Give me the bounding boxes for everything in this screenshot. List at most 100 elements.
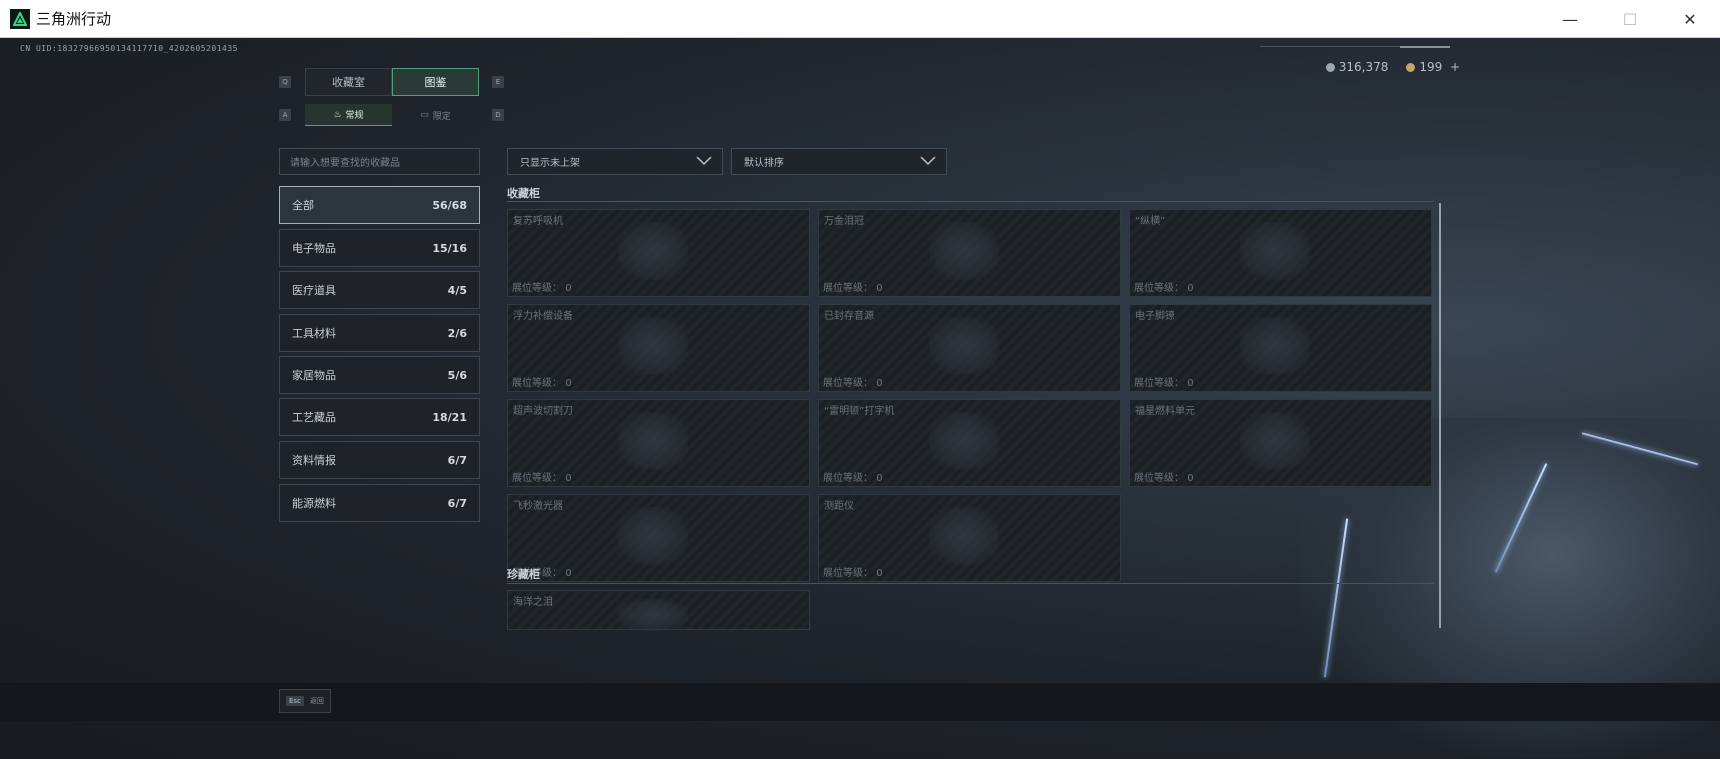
booth-level-value: 0 <box>876 378 883 389</box>
subtab-limited-label: 限定 <box>432 111 451 122</box>
category-energy[interactable]: 能源燃料 6/7 <box>279 484 480 522</box>
category-label: 医疗道具 <box>292 284 336 297</box>
item-name: 超声波切割刀 <box>513 406 573 417</box>
booth-level-value: 0 <box>876 568 883 579</box>
divider <box>1400 46 1450 48</box>
category-medical[interactable]: 医疗道具 4/5 <box>279 271 480 309</box>
flame-icon: ♨ <box>333 109 342 120</box>
ticket-icon: ▭ <box>420 110 429 120</box>
back-label: 返回 <box>309 697 324 705</box>
subtab-limited[interactable]: ▭ 限定 <box>392 104 479 126</box>
chevron-down-icon <box>696 156 712 166</box>
scrollbar[interactable] <box>1439 203 1441 628</box>
player-uid: CN UID:18327966950134117710_420260520143… <box>20 44 238 53</box>
booth-level-value: 0 <box>1187 378 1194 389</box>
booth-level-label: 展位等级： <box>823 568 873 579</box>
booth-level-value: 0 <box>1187 473 1194 484</box>
key-hint-a: A <box>279 109 291 121</box>
booth-level-value: 0 <box>565 473 572 484</box>
sort-dropdown-label: 默认排序 <box>744 158 784 169</box>
minimize-button[interactable]: — <box>1540 0 1600 38</box>
silver-amount: 316,378 <box>1338 60 1389 74</box>
silver-coin-icon <box>1325 63 1335 72</box>
filter-dropdown[interactable]: 只显示未上架 <box>507 148 723 175</box>
category-count: 5/6 <box>447 368 467 382</box>
category-tools[interactable]: 工具材料 2/6 <box>279 314 480 352</box>
item-name: 测距仪 <box>824 501 854 512</box>
item-thumbnail <box>929 317 999 375</box>
booth-level-label: 展位等级： <box>512 283 562 294</box>
category-count: 2/6 <box>447 326 467 340</box>
category-label: 全部 <box>292 199 314 212</box>
category-household[interactable]: 家居物品 5/6 <box>279 356 480 394</box>
game-viewport: CN UID:18327966950134117710_420260520143… <box>0 38 1720 759</box>
tab-collection-room[interactable]: 收藏室 <box>305 68 392 96</box>
collection-card[interactable]: “纵横” 展位等级： 0 <box>1129 209 1432 297</box>
item-thumbnail <box>929 412 999 470</box>
chevron-down-icon <box>920 156 936 166</box>
item-name: “纵横” <box>1135 216 1166 227</box>
item-thumbnail <box>1240 317 1310 375</box>
booth-level-label: 展位等级： <box>1134 378 1184 389</box>
collection-card[interactable]: 已封存音源 展位等级： 0 <box>818 304 1121 392</box>
booth-level: 展位等级： 0 <box>823 469 883 484</box>
collection-card[interactable]: 超声波切割刀 展位等级： 0 <box>507 399 810 487</box>
item-name: 福星燃料单元 <box>1135 406 1195 417</box>
gold-coin-icon <box>1406 63 1416 72</box>
category-intel[interactable]: 资料情报 6/7 <box>279 441 480 479</box>
item-thumbnail <box>618 507 688 565</box>
window-titlebar: 三角洲行动 — ☐ ✕ <box>0 0 1720 38</box>
app-logo-icon <box>10 8 30 29</box>
silver-currency: 316,378 <box>1325 60 1389 74</box>
section-title-cabinet: 收藏柜 <box>507 187 540 200</box>
booth-level-label: 展位等级： <box>512 378 562 389</box>
item-name: 万金泪冠 <box>824 216 864 227</box>
category-count: 18/21 <box>432 410 467 424</box>
item-name: 电子脚镣 <box>1135 311 1175 322</box>
booth-level-value: 0 <box>876 283 883 294</box>
key-hint-q: Q <box>279 76 291 88</box>
tab-codex[interactable]: 图鉴 <box>392 68 479 96</box>
key-hint-e: E <box>492 76 504 88</box>
window-title: 三角洲行动 <box>36 10 112 28</box>
category-count: 56/68 <box>432 198 467 212</box>
collection-card[interactable]: 浮力补偿设备 展位等级： 0 <box>507 304 810 392</box>
add-currency-button[interactable]: + <box>1450 60 1460 74</box>
collection-card[interactable]: 万金泪冠展位等级： 0 <box>818 209 1121 297</box>
key-hint-d: D <box>492 109 504 121</box>
category-crafts[interactable]: 工艺藏品 18/21 <box>279 398 480 436</box>
back-button[interactable]: Esc 返回 <box>279 689 331 713</box>
booth-level-label: 展位等级： <box>823 283 873 294</box>
category-label: 能源燃料 <box>292 497 336 510</box>
gold-amount: 199 <box>1419 60 1443 74</box>
item-thumbnail <box>618 412 688 470</box>
sort-dropdown[interactable]: 默认排序 <box>731 148 947 175</box>
booth-level: 展位等级： 0 <box>1134 374 1194 389</box>
item-thumbnail <box>618 599 688 631</box>
collection-card[interactable]: 福星燃料单元 展位等级： 0 <box>1129 399 1432 487</box>
maximize-button[interactable]: ☐ <box>1600 0 1660 38</box>
category-all[interactable]: 全部 56/68 <box>279 186 480 224</box>
collection-card[interactable]: “雷明顿”打字机 展位等级： 0 <box>818 399 1121 487</box>
booth-level: 展位等级： 0 <box>823 374 883 389</box>
subtab-regular-label: 常规 <box>345 111 364 121</box>
collection-card[interactable]: 飞秒激光器 展位等级： 0 <box>507 494 810 582</box>
gold-currency: 199 + <box>1406 60 1460 74</box>
collection-card[interactable]: 电子脚镣展位等级： 0 <box>1129 304 1432 392</box>
item-thumbnail <box>1240 412 1310 470</box>
collection-card[interactable]: 测距仪展位等级： 0 <box>818 494 1121 582</box>
close-button[interactable]: ✕ <box>1660 0 1720 38</box>
bottom-bar <box>0 683 1720 721</box>
booth-level-value: 0 <box>876 473 883 484</box>
search-input[interactable]: 请输入想要查找的收藏品 <box>279 148 480 175</box>
category-electronics[interactable]: 电子物品 15/16 <box>279 229 480 267</box>
currency-bar: 316,378 199 + <box>1325 60 1460 74</box>
booth-level: 展位等级： 0 <box>823 279 883 294</box>
item-name: 海洋之泪 <box>513 597 553 608</box>
collection-card[interactable]: 复苏呼吸机 展位等级： 0 <box>507 209 810 297</box>
subtab-regular[interactable]: ♨ 常规 <box>305 104 392 126</box>
category-label: 资料情报 <box>292 454 336 467</box>
treasure-card[interactable]: 海洋之泪 <box>507 590 810 631</box>
category-count: 15/16 <box>432 241 467 255</box>
section-title-treasure: 珍藏柜 <box>507 568 540 581</box>
